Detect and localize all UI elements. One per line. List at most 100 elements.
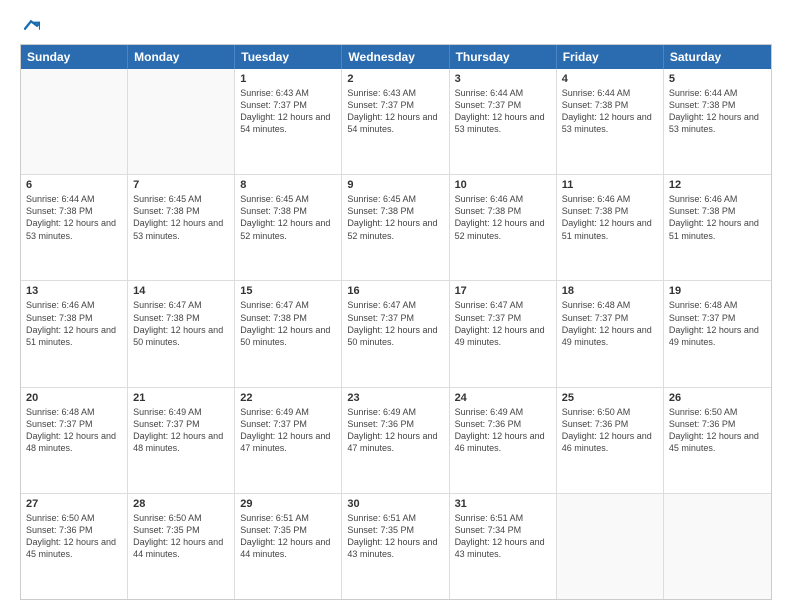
- day-number: 20: [26, 392, 122, 404]
- cell-info: Sunrise: 6:45 AMSunset: 7:38 PMDaylight:…: [133, 193, 229, 242]
- cell-info: Sunrise: 6:45 AMSunset: 7:38 PMDaylight:…: [240, 193, 336, 242]
- calendar-cell: 1Sunrise: 6:43 AMSunset: 7:37 PMDaylight…: [235, 69, 342, 174]
- cell-info: Sunrise: 6:44 AMSunset: 7:37 PMDaylight:…: [455, 87, 551, 136]
- calendar-cell: 31 Sunrise: 6:51 AMSunset: 7:34 PMDayligh…: [450, 494, 557, 599]
- cell-info: Sunrise: 6:44 AMSunset: 7:38 PMDaylight:…: [562, 87, 658, 136]
- calendar-cell: 10 Sunrise: 6:46 AMSunset: 7:38 PMDayligh…: [450, 175, 557, 280]
- calendar-cell: 27 Sunrise: 6:50 AMSunset: 7:36 PMDayligh…: [21, 494, 128, 599]
- calendar-cell: [664, 494, 771, 599]
- cell-info: Sunrise: 6:46 AMSunset: 7:38 PMDaylight:…: [669, 193, 766, 242]
- day-number: 21: [133, 392, 229, 404]
- calendar-cell: 29 Sunrise: 6:51 AMSunset: 7:35 PMDayligh…: [235, 494, 342, 599]
- calendar-header-cell: Monday: [128, 45, 235, 69]
- cell-info: Sunrise: 6:49 AMSunset: 7:36 PMDaylight:…: [347, 406, 443, 455]
- cell-info: Sunrise: 6:50 AMSunset: 7:36 PMDaylight:…: [669, 406, 766, 455]
- cell-info: Sunrise: 6:46 AMSunset: 7:38 PMDaylight:…: [26, 299, 122, 348]
- day-number: 16: [347, 285, 443, 297]
- day-number: 27: [26, 498, 122, 510]
- calendar-cell: 30Sunrise: 6:51 AMSunset: 7:35 PMDayligh…: [342, 494, 449, 599]
- cell-info: Sunrise: 6:44 AMSunset: 7:38 PMDaylight:…: [669, 87, 766, 136]
- calendar-cell: 25 Sunrise: 6:50 AMSunset: 7:36 PMDayligh…: [557, 388, 664, 493]
- day-number: 14: [133, 285, 229, 297]
- calendar-cell: [557, 494, 664, 599]
- day-number: 7: [133, 179, 229, 191]
- day-number: 10: [455, 179, 551, 191]
- calendar-cell: 7 Sunrise: 6:45 AMSunset: 7:38 PMDaylight…: [128, 175, 235, 280]
- cell-info: Sunrise: 6:49 AMSunset: 7:37 PMDaylight:…: [240, 406, 336, 455]
- calendar-row: 6Sunrise: 6:44 AMSunset: 7:38 PMDaylight…: [21, 175, 771, 281]
- calendar-cell: 14 Sunrise: 6:47 AMSunset: 7:38 PMDayligh…: [128, 281, 235, 386]
- cell-info: Sunrise: 6:51 AMSunset: 7:34 PMDaylight:…: [455, 512, 551, 561]
- calendar-cell: 20 Sunrise: 6:48 AMSunset: 7:37 PMDayligh…: [21, 388, 128, 493]
- cell-info: Sunrise: 6:51 AMSunset: 7:35 PMDaylight:…: [240, 512, 336, 561]
- day-number: 12: [669, 179, 766, 191]
- day-number: 2: [347, 73, 443, 85]
- cell-info: Sunrise: 6:48 AMSunset: 7:37 PMDaylight:…: [26, 406, 122, 455]
- calendar-cell: 4 Sunrise: 6:44 AMSunset: 7:38 PMDaylight…: [557, 69, 664, 174]
- day-number: 4: [562, 73, 658, 85]
- day-number: 17: [455, 285, 551, 297]
- calendar-body: 1Sunrise: 6:43 AMSunset: 7:37 PMDaylight…: [21, 69, 771, 599]
- day-number: 23: [347, 392, 443, 404]
- day-number: 8: [240, 179, 336, 191]
- cell-info: Sunrise: 6:47 AMSunset: 7:37 PMDaylight:…: [347, 299, 443, 348]
- calendar-cell: 24 Sunrise: 6:49 AMSunset: 7:36 PMDayligh…: [450, 388, 557, 493]
- calendar-cell: 16 Sunrise: 6:47 AMSunset: 7:37 PMDayligh…: [342, 281, 449, 386]
- day-number: 5: [669, 73, 766, 85]
- logo: [20, 16, 40, 34]
- calendar-row: 27 Sunrise: 6:50 AMSunset: 7:36 PMDayligh…: [21, 494, 771, 599]
- calendar-cell: 2 Sunrise: 6:43 AMSunset: 7:37 PMDaylight…: [342, 69, 449, 174]
- calendar: SundayMondayTuesdayWednesdayThursdayFrid…: [20, 44, 772, 600]
- calendar-cell: 12 Sunrise: 6:46 AMSunset: 7:38 PMDayligh…: [664, 175, 771, 280]
- calendar-cell: 8 Sunrise: 6:45 AMSunset: 7:38 PMDaylight…: [235, 175, 342, 280]
- calendar-cell: 11Sunrise: 6:46 AMSunset: 7:38 PMDayligh…: [557, 175, 664, 280]
- cell-info: Sunrise: 6:47 AMSunset: 7:37 PMDaylight:…: [455, 299, 551, 348]
- day-number: 25: [562, 392, 658, 404]
- cell-info: Sunrise: 6:49 AMSunset: 7:36 PMDaylight:…: [455, 406, 551, 455]
- cell-info: Sunrise: 6:46 AMSunset: 7:38 PMDaylight:…: [455, 193, 551, 242]
- day-number: 28: [133, 498, 229, 510]
- day-number: 19: [669, 285, 766, 297]
- calendar-cell: 26 Sunrise: 6:50 AMSunset: 7:36 PMDayligh…: [664, 388, 771, 493]
- day-number: 22: [240, 392, 336, 404]
- cell-info: Sunrise: 6:50 AMSunset: 7:36 PMDaylight:…: [26, 512, 122, 561]
- cell-info: Sunrise: 6:49 AMSunset: 7:37 PMDaylight:…: [133, 406, 229, 455]
- cell-info: Sunrise: 6:48 AMSunset: 7:37 PMDaylight:…: [669, 299, 766, 348]
- calendar-cell: 22 Sunrise: 6:49 AMSunset: 7:37 PMDayligh…: [235, 388, 342, 493]
- calendar-cell: 5 Sunrise: 6:44 AMSunset: 7:38 PMDaylight…: [664, 69, 771, 174]
- logo-icon: [22, 16, 40, 34]
- calendar-cell: [21, 69, 128, 174]
- cell-info: Sunrise: 6:50 AMSunset: 7:36 PMDaylight:…: [562, 406, 658, 455]
- calendar-cell: 3Sunrise: 6:44 AMSunset: 7:37 PMDaylight…: [450, 69, 557, 174]
- calendar-cell: 18Sunrise: 6:48 AMSunset: 7:37 PMDayligh…: [557, 281, 664, 386]
- day-number: 29: [240, 498, 336, 510]
- page: SundayMondayTuesdayWednesdayThursdayFrid…: [0, 0, 792, 612]
- cell-info: Sunrise: 6:50 AMSunset: 7:35 PMDaylight:…: [133, 512, 229, 561]
- day-number: 6: [26, 179, 122, 191]
- calendar-header-cell: Tuesday: [235, 45, 342, 69]
- day-number: 24: [455, 392, 551, 404]
- calendar-row: 1Sunrise: 6:43 AMSunset: 7:37 PMDaylight…: [21, 69, 771, 175]
- day-number: 11: [562, 179, 658, 191]
- calendar-cell: 6Sunrise: 6:44 AMSunset: 7:38 PMDaylight…: [21, 175, 128, 280]
- calendar-cell: 28 Sunrise: 6:50 AMSunset: 7:35 PMDayligh…: [128, 494, 235, 599]
- calendar-cell: 21 Sunrise: 6:49 AMSunset: 7:37 PMDayligh…: [128, 388, 235, 493]
- calendar-cell: [128, 69, 235, 174]
- calendar-cell: 19 Sunrise: 6:48 AMSunset: 7:37 PMDayligh…: [664, 281, 771, 386]
- cell-info: Sunrise: 6:43 AMSunset: 7:37 PMDaylight:…: [347, 87, 443, 136]
- calendar-row: 13Sunrise: 6:46 AMSunset: 7:38 PMDayligh…: [21, 281, 771, 387]
- calendar-header-cell: Sunday: [21, 45, 128, 69]
- calendar-cell: 13Sunrise: 6:46 AMSunset: 7:38 PMDayligh…: [21, 281, 128, 386]
- cell-info: Sunrise: 6:47 AMSunset: 7:38 PMDaylight:…: [240, 299, 336, 348]
- cell-info: Sunrise: 6:48 AMSunset: 7:37 PMDaylight:…: [562, 299, 658, 348]
- header: [20, 16, 772, 34]
- day-number: 26: [669, 392, 766, 404]
- calendar-cell: 17 Sunrise: 6:47 AMSunset: 7:37 PMDayligh…: [450, 281, 557, 386]
- calendar-cell: 23 Sunrise: 6:49 AMSunset: 7:36 PMDayligh…: [342, 388, 449, 493]
- day-number: 31: [455, 498, 551, 510]
- calendar-header-cell: Saturday: [664, 45, 771, 69]
- cell-info: Sunrise: 6:43 AMSunset: 7:37 PMDaylight:…: [240, 87, 336, 136]
- calendar-cell: 9Sunrise: 6:45 AMSunset: 7:38 PMDaylight…: [342, 175, 449, 280]
- cell-info: Sunrise: 6:47 AMSunset: 7:38 PMDaylight:…: [133, 299, 229, 348]
- calendar-cell: 15Sunrise: 6:47 AMSunset: 7:38 PMDayligh…: [235, 281, 342, 386]
